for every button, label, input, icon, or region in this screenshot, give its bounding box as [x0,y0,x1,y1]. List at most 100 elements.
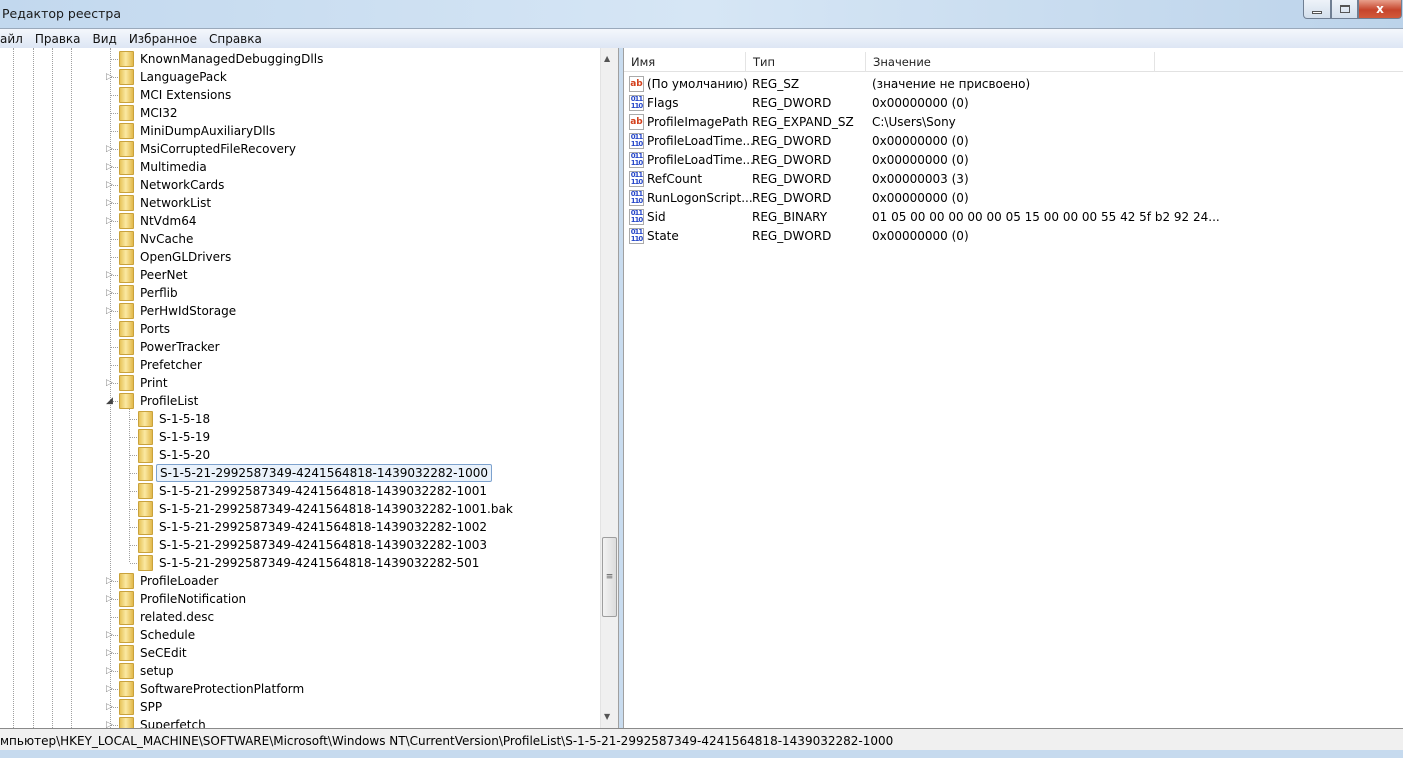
tree-item[interactable]: MCI Extensions [0,86,600,104]
tree-item[interactable]: S-1-5-19 [0,428,600,446]
expand-icon[interactable]: ▷ [106,702,114,712]
tree-item[interactable]: S-1-5-21-2992587349-4241564818-143903228… [0,500,600,518]
tree-item-label[interactable]: KnownManagedDebuggingDlls [137,51,326,67]
tree-item-label[interactable]: PerHwIdStorage [137,303,239,319]
tree-item-label[interactable]: ProfileList [137,393,201,409]
expand-icon[interactable]: ▷ [106,720,114,728]
tree-item-label[interactable]: PowerTracker [137,339,223,355]
tree-item[interactable]: related.desc [0,608,600,626]
value-row[interactable]: ab (По умолчанию) REG_SZ (значение не присв… [624,75,1403,94]
tree-item[interactable]: ▷ MsiCorruptedFileRecovery [0,140,600,158]
tree-item-label[interactable]: NetworkList [137,195,214,211]
tree-item-label[interactable]: MiniDumpAuxiliaryDlls [137,123,278,139]
expand-icon[interactable]: ▷ [106,216,114,226]
tree-item[interactable]: Ports [0,320,600,338]
expand-icon[interactable]: ▷ [106,288,114,298]
tree-item[interactable]: S-1-5-21-2992587349-4241564818-143903228… [0,464,600,482]
tree-item-label[interactable]: related.desc [137,609,217,625]
tree-item[interactable]: S-1-5-18 [0,410,600,428]
tree-item[interactable]: MiniDumpAuxiliaryDlls [0,122,600,140]
tree-item[interactable]: ▷ Superfetch [0,716,600,728]
tree-item-label[interactable]: SeCEdit [137,645,190,661]
scroll-thumb[interactable]: ≡ [602,537,617,617]
tree-item-label[interactable]: NtVdm64 [137,213,199,229]
tree-item-label[interactable]: MCI Extensions [137,87,234,103]
tree-item[interactable]: ▷ SeCEdit [0,644,600,662]
tree-item[interactable]: ▷ PeerNet [0,266,600,284]
expand-icon[interactable]: ▷ [106,684,114,694]
tree-item[interactable]: ▷ NetworkCards [0,176,600,194]
tree-item[interactable]: MCI32 [0,104,600,122]
menu-file[interactable]: айл [0,32,29,46]
expand-icon[interactable]: ▷ [106,162,114,172]
expand-icon[interactable]: ▷ [106,72,114,82]
tree-item-label[interactable]: setup [137,663,177,679]
tree-item-label[interactable]: S-1-5-18 [156,411,213,427]
value-row[interactable]: 011 110 State REG_DWORD 0x00000000 (0) [624,227,1403,246]
tree-item[interactable]: ▷ NtVdm64 [0,212,600,230]
tree-item-label[interactable]: S-1-5-21-2992587349-4241564818-143903228… [156,555,482,571]
scroll-up-icon[interactable]: ▲ [604,54,610,63]
tree-item[interactable]: ▷ NetworkList [0,194,600,212]
tree-item-label[interactable]: S-1-5-21-2992587349-4241564818-143903228… [156,537,490,553]
value-row[interactable]: 011 110 ProfileLoadTime... REG_DWORD 0x00000… [624,151,1403,170]
tree-item-label[interactable]: MCI32 [137,105,181,121]
tree-item-label[interactable]: Schedule [137,627,198,643]
expand-icon[interactable]: ▷ [106,306,114,316]
tree-item[interactable]: S-1-5-21-2992587349-4241564818-143903228… [0,518,600,536]
value-row[interactable]: 011 110 ProfileLoadTime... REG_DWORD 0x00000… [624,132,1403,151]
value-row[interactable]: ab ProfileImagePath REG_EXPAND_SZ C:\Users\… [624,113,1403,132]
menu-help[interactable]: Справка [203,32,268,46]
tree-item[interactable]: ▷ Perflib [0,284,600,302]
tree-item-label[interactable]: LanguagePack [137,69,230,85]
tree-item[interactable]: ▷ LanguagePack [0,68,600,86]
expand-icon[interactable]: ▷ [106,198,114,208]
tree-item-label[interactable]: Prefetcher [137,357,205,373]
column-value[interactable]: Значение [866,52,1155,72]
collapse-icon[interactable]: ◢ [106,396,114,406]
tree-item-label[interactable]: ProfileLoader [137,573,221,589]
tree-item[interactable]: S-1-5-20 [0,446,600,464]
tree-item-label[interactable]: MsiCorruptedFileRecovery [137,141,299,157]
tree-item-label[interactable]: SoftwareProtectionPlatform [137,681,307,697]
tree-item[interactable]: NvCache [0,230,600,248]
value-row[interactable]: 011 110 Flags REG_DWORD 0x00000000 (0) [624,94,1403,113]
tree-item-label[interactable]: NetworkCards [137,177,227,193]
menu-view[interactable]: Вид [87,32,123,46]
tree-item[interactable]: S-1-5-21-2992587349-4241564818-143903228… [0,482,600,500]
values-list[interactable]: Имя Тип Значение ab (По умолчанию) REG_SZ(… [623,48,1403,728]
minimize-button[interactable] [1303,0,1331,19]
tree-item[interactable]: ▷ Schedule [0,626,600,644]
menu-favorites[interactable]: Избранное [123,32,203,46]
expand-icon[interactable]: ▷ [106,270,114,280]
tree-item[interactable]: ▷ Multimedia [0,158,600,176]
tree-item[interactable]: ▷ PerHwIdStorage [0,302,600,320]
expand-icon[interactable]: ▷ [106,630,114,640]
tree-item-label[interactable]: Print [137,375,171,391]
maximize-button[interactable] [1331,0,1358,19]
expand-icon[interactable]: ▷ [106,648,114,658]
tree-item-label[interactable]: S-1-5-20 [156,447,213,463]
tree-item-label[interactable]: S-1-5-21-2992587349-4241564818-143903228… [156,464,493,482]
tree-item[interactable]: Prefetcher [0,356,600,374]
tree-item-label[interactable]: S-1-5-21-2992587349-4241564818-143903228… [156,483,490,499]
column-name[interactable]: Имя [624,52,746,72]
tree-item-label[interactable]: PeerNet [137,267,191,283]
tree-item[interactable]: ▷ setup [0,662,600,680]
tree-item[interactable]: S-1-5-21-2992587349-4241564818-143903228… [0,536,600,554]
menu-edit[interactable]: Правка [29,32,87,46]
tree-item[interactable]: ◢ ProfileList [0,392,600,410]
tree-item[interactable]: S-1-5-21-2992587349-4241564818-143903228… [0,554,600,572]
tree-item[interactable]: OpenGLDrivers [0,248,600,266]
tree-item-label[interactable]: Perflib [137,285,181,301]
tree-item[interactable]: KnownManagedDebuggingDlls [0,50,600,68]
scroll-down-icon[interactable]: ▼ [604,712,610,721]
tree-item-label[interactable]: SPP [137,699,165,715]
tree-item-label[interactable]: NvCache [137,231,196,247]
close-button[interactable]: x [1358,0,1402,19]
tree-item-label[interactable]: ProfileNotification [137,591,249,607]
expand-icon[interactable]: ▷ [106,144,114,154]
registry-tree[interactable]: KnownManagedDebuggingDlls ▷ LanguagePack MC… [0,48,619,728]
tree-item-label[interactable]: S-1-5-21-2992587349-4241564818-143903228… [156,501,516,517]
expand-icon[interactable]: ▷ [106,576,114,586]
